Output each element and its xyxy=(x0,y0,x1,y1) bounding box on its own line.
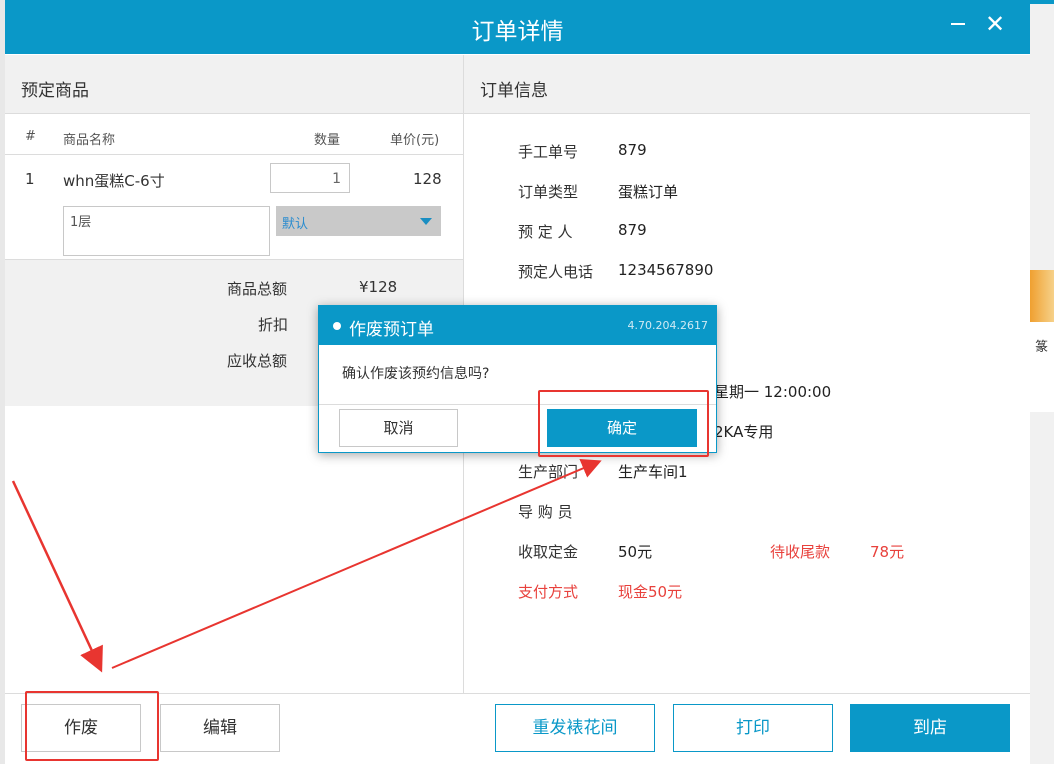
booker-value: 879 xyxy=(618,221,647,239)
minimize-icon[interactable] xyxy=(951,23,965,25)
background-bar xyxy=(1030,0,1054,4)
chevron-down-icon xyxy=(420,218,432,225)
dialog-message: 确认作废该预约信息吗? xyxy=(342,366,490,382)
item-name: whn蛋糕C-6寸 xyxy=(63,172,165,190)
window-title: 订单详情 xyxy=(471,19,564,45)
payment-value: 现金50元 xyxy=(618,583,683,601)
balance-value: 78元 xyxy=(870,543,905,561)
discount-label: 折扣 xyxy=(258,316,289,334)
balance-label: 待收尾款 xyxy=(770,543,831,561)
col-no: # xyxy=(25,129,36,144)
dialog-header: 作废预订单 4.70.204.2617 xyxy=(319,306,716,345)
item-option-value: 默认 xyxy=(282,217,309,232)
item-price: 128 xyxy=(413,170,442,188)
guide-label: 导 购 员 xyxy=(518,503,573,521)
background-banner xyxy=(1030,270,1054,322)
booker-label: 预 定 人 xyxy=(518,223,573,241)
manual-no-label: 手工单号 xyxy=(518,143,579,161)
annotation-box-void xyxy=(25,691,159,761)
pickup-time-value: 星期一 12:00:00 xyxy=(714,383,832,401)
quantity-input[interactable]: 1 xyxy=(270,163,350,193)
total-label: 商品总额 xyxy=(227,280,288,298)
background-window-right: 篆 xyxy=(1030,0,1054,764)
dept-value: 生产车间1 xyxy=(618,463,688,481)
order-info-title: 订单信息 xyxy=(480,81,548,101)
phone-label: 预定人电话 xyxy=(518,263,594,281)
arrive-button[interactable]: 到店 xyxy=(850,704,1010,752)
dot-icon xyxy=(333,322,341,330)
item-option-select[interactable]: 默认 xyxy=(276,206,441,236)
close-icon[interactable]: ✕ xyxy=(985,10,1005,38)
background-glyph: 篆 xyxy=(1035,340,1049,355)
col-price: 单价(元) xyxy=(390,133,440,148)
reserved-products-title: 预定商品 xyxy=(21,81,89,101)
col-name: 商品名称 xyxy=(63,133,116,148)
item-note-input[interactable]: 1层 xyxy=(63,206,270,256)
phone-value: 1234567890 xyxy=(618,261,714,279)
edit-button[interactable]: 编辑 xyxy=(160,704,280,752)
payment-label: 支付方式 xyxy=(518,583,579,601)
title-bar: 订单详情 ✕ xyxy=(5,0,1030,54)
total-value: ¥128 xyxy=(359,278,398,296)
reserved-products-header: 预定商品 xyxy=(5,55,463,114)
print-button[interactable]: 打印 xyxy=(673,704,833,752)
store-value: 2KA专用 xyxy=(714,423,774,441)
deposit-label: 收取定金 xyxy=(518,543,579,561)
resend-button[interactable]: 重发裱花间 xyxy=(495,704,655,752)
order-type-value: 蛋糕订单 xyxy=(618,183,679,201)
item-no: 1 xyxy=(25,170,35,188)
version-label: 4.70.204.2617 xyxy=(627,319,708,332)
deposit-value: 50元 xyxy=(618,543,653,561)
dialog-title: 作废预订单 xyxy=(349,320,434,340)
order-type-label: 订单类型 xyxy=(518,183,579,201)
product-table-header: # 商品名称 数量 单价(元) xyxy=(5,115,463,155)
cancel-button[interactable]: 取消 xyxy=(339,409,458,447)
col-qty: 数量 xyxy=(314,133,341,148)
annotation-box-confirm xyxy=(538,390,709,457)
manual-no-value: 879 xyxy=(618,141,647,159)
receivable-label: 应收总额 xyxy=(227,352,288,370)
order-info-header: 订单信息 xyxy=(464,55,1030,114)
dept-label: 生产部门 xyxy=(518,463,579,481)
